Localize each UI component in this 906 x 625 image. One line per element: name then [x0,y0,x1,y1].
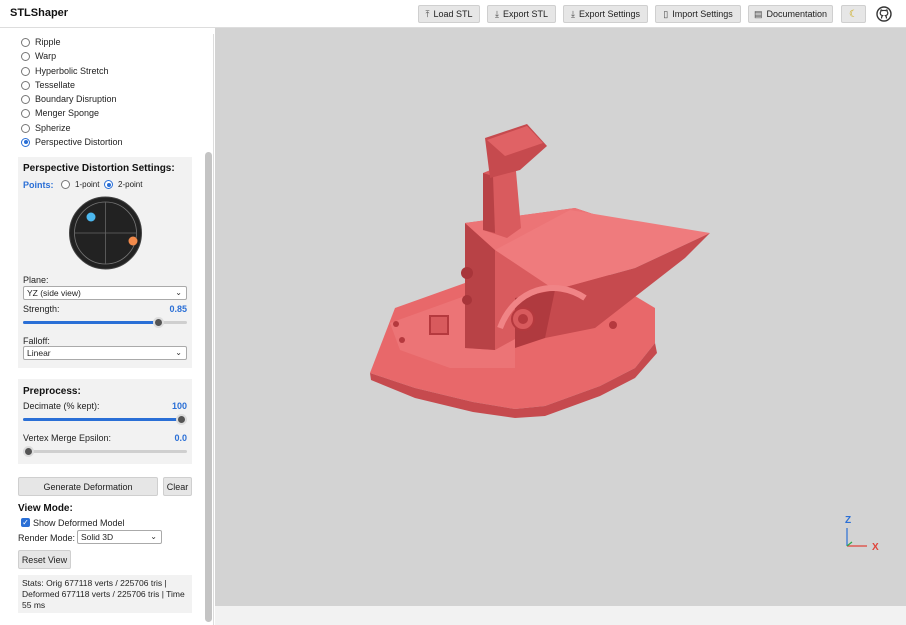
view-mode-title: View Mode: [18,503,73,514]
import-settings-label: Import Settings [672,9,733,19]
vanishing-point-1[interactable] [86,212,96,222]
deformation-label: Perspective Distortion [35,137,123,147]
deformation-label: Boundary Disruption [35,94,117,104]
preprocess-title: Preprocess: [23,386,81,397]
documentation-label: Documentation [766,9,828,19]
chevron-down-icon: ⌄ [175,348,182,357]
deformation-option-perspective-distortion[interactable]: Perspective Distortion [21,137,123,147]
export-stl-button[interactable]: ⤓ Export STL [487,5,556,23]
deformation-label: Menger Sponge [35,108,100,118]
strength-value: 0.85 [169,304,187,314]
export-settings-button[interactable]: ⤓ Export Settings [563,5,648,23]
theme-toggle-button[interactable]: ☾ [841,5,866,23]
vanishing-point-2[interactable] [128,236,138,246]
vanishing-point-picker[interactable] [68,196,143,270]
document-icon: ▤ [753,8,763,19]
download-icon: ⤓ [494,8,499,19]
stats-text: Stats: Orig 677118 verts / 225706 tris |… [18,575,192,613]
points-option-2[interactable]: 2-point [104,180,142,189]
plane-select-value: YZ (side view) [27,288,81,298]
file-icon: ▯ [663,8,669,19]
app-title: STLShaper [10,7,69,19]
radio-button-selected[interactable] [21,137,30,147]
deformation-label: Spherize [35,123,71,133]
deformation-option-ripple[interactable]: Ripple [21,37,61,47]
3d-viewport[interactable]: Z X [215,28,906,606]
epsilon-label: Vertex Merge Epsilon: [23,433,112,443]
radio-button[interactable] [21,123,30,133]
slider-thumb[interactable] [153,317,165,328]
falloff-select[interactable]: Linear ⌄ [23,346,187,360]
import-settings-button[interactable]: ▯ Import Settings [655,5,741,23]
viewport-footer [215,606,906,625]
deformation-option-menger-sponge[interactable]: Menger Sponge [21,108,99,118]
epsilon-value: 0.0 [174,433,187,443]
deformation-label: Hyperbolic Stretch [35,66,109,76]
generate-deformation-button[interactable]: Generate Deformation [18,477,158,496]
radio-button[interactable] [21,51,30,61]
render-mode-label: Render Mode: [18,533,76,543]
decimate-label: Decimate (% kept): [23,401,100,411]
render-mode-select[interactable]: Solid 3D ⌄ [77,530,162,544]
radio-button-selected[interactable] [104,180,113,189]
load-stl-button[interactable]: ⤒ Load STL [418,5,480,23]
z-axis-label: Z [845,515,852,526]
deformation-option-hyperbolic-stretch[interactable]: Hyperbolic Stretch [21,66,109,76]
load-stl-label: Load STL [433,9,473,19]
moon-icon: ☾ [849,8,858,20]
top-bar: STLShaper ⤒ Load STL ⤓ Export STL ⤓ Expo… [0,0,906,28]
points-label: Points: [23,180,54,190]
deformation-option-boundary-disruption[interactable]: Boundary Disruption [21,94,117,104]
points-option-1[interactable]: 1-point [61,180,99,189]
deformation-label: Ripple [35,37,61,47]
upload-icon: ⤒ [425,8,430,19]
download-icon: ⤓ [570,8,575,19]
export-settings-label: Export Settings [578,9,640,19]
strength-slider[interactable] [23,317,187,328]
epsilon-slider[interactable] [23,446,187,457]
x-axis-label: X [872,542,879,553]
clear-button[interactable]: Clear [163,477,192,496]
reset-view-button[interactable]: Reset View [18,550,71,569]
decimate-value: 100 [171,401,187,411]
slider-thumb[interactable] [176,414,187,425]
falloff-select-value: Linear [27,348,51,358]
chevron-down-icon: ⌄ [150,532,157,541]
plane-label: Plane: [23,275,49,285]
show-deformed-checkbox[interactable]: ✓ [21,518,30,527]
github-icon[interactable] [876,6,892,22]
decimate-slider[interactable] [23,414,187,425]
plane-select[interactable]: YZ (side view) ⌄ [23,286,187,300]
radio-button[interactable] [61,180,70,189]
chevron-down-icon: ⌄ [175,288,182,297]
deformation-option-spherize[interactable]: Spherize [21,123,71,133]
slider-fill [23,321,159,324]
points-option-label: 2-point [118,180,143,189]
radio-button[interactable] [21,94,30,104]
documentation-button[interactable]: ▤ Documentation [748,5,833,23]
render-mode-select-value: Solid 3D [81,532,114,542]
radio-button[interactable] [21,108,30,118]
deformation-label: Tessellate [35,80,76,90]
radio-button[interactable] [21,66,30,76]
sidebar-scrollbar[interactable] [205,152,212,622]
radio-button[interactable] [21,37,30,47]
export-stl-label: Export STL [502,9,548,19]
deformation-option-warp[interactable]: Warp [21,51,56,61]
perspective-settings-title: Perspective Distortion Settings: [23,163,175,174]
deformation-option-tessellate[interactable]: Tessellate [21,80,75,90]
falloff-label: Falloff: [23,336,50,346]
strength-label: Strength: [23,304,60,314]
slider-thumb[interactable] [23,446,34,457]
points-option-label: 1-point [75,180,100,189]
deformation-label: Warp [35,51,57,61]
show-deformed-label: Show Deformed Model [33,518,125,528]
radio-button[interactable] [21,80,30,90]
stl-model[interactable] [215,28,906,606]
slider-fill [23,418,181,421]
